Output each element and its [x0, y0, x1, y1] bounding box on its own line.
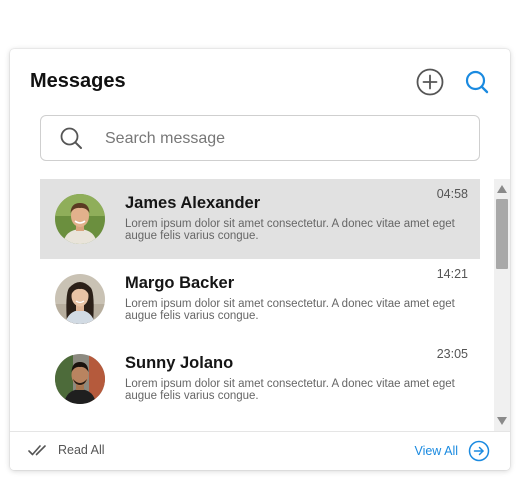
contact-name: Margo Backer	[125, 274, 235, 292]
triangle-down-icon	[497, 417, 507, 425]
plus-circle-icon	[416, 68, 444, 96]
contact-name: James Alexander	[125, 194, 261, 212]
message-item-margo-backer[interactable]: Margo Backer 14:21 Lorem ipsum dolor sit…	[40, 259, 480, 339]
message-preview: Lorem ipsum dolor sit amet consectetur. …	[125, 218, 455, 242]
message-time: 04:58	[436, 187, 468, 201]
read-all-button[interactable]: Read All	[28, 443, 105, 457]
avatar	[55, 194, 105, 244]
search-icon	[60, 127, 82, 149]
scrollbar-thumb[interactable]	[496, 199, 508, 269]
message-preview: Lorem ipsum dolor sit amet consectetur. …	[125, 298, 455, 322]
arrow-right-circle-icon	[468, 440, 490, 462]
panel-footer: Read All View All	[10, 431, 510, 470]
message-time: 14:21	[436, 267, 468, 281]
avatar	[55, 354, 105, 404]
scroll-down-button[interactable]	[494, 414, 510, 428]
message-preview: Lorem ipsum dolor sit amet consectetur. …	[125, 378, 455, 402]
avatar	[55, 274, 105, 324]
search-field[interactable]	[40, 115, 480, 161]
panel-title: Messages	[30, 70, 126, 92]
add-message-button[interactable]	[416, 68, 444, 96]
message-item-sunny-jolano[interactable]: Sunny Jolano 23:05 Lorem ipsum dolor sit…	[40, 339, 480, 419]
view-all-label: View All	[414, 444, 458, 458]
message-item-james-alexander[interactable]: James Alexander 04:58 Lorem ipsum dolor …	[40, 179, 480, 259]
search-button[interactable]	[463, 68, 491, 96]
message-list: James Alexander 04:58 Lorem ipsum dolor …	[40, 179, 480, 431]
contact-name: Sunny Jolano	[125, 354, 234, 372]
triangle-up-icon	[497, 185, 507, 193]
view-all-button[interactable]: View All	[414, 440, 490, 462]
message-time: 23:05	[436, 347, 468, 361]
read-all-label: Read All	[58, 443, 105, 457]
messages-panel: Messages Search message James Alexander …	[10, 49, 510, 470]
message-list-scrollbar[interactable]	[494, 179, 510, 431]
scroll-up-button[interactable]	[494, 182, 510, 196]
search-icon	[465, 70, 489, 94]
double-check-icon	[28, 445, 46, 456]
search-input[interactable]	[103, 124, 467, 154]
